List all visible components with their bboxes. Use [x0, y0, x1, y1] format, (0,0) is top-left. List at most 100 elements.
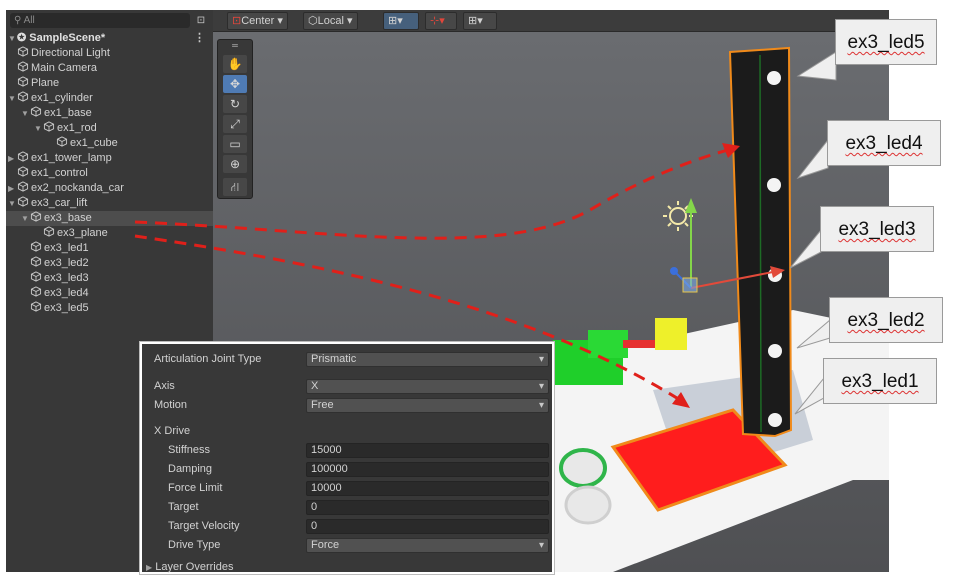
gameobject-cube-icon — [30, 106, 42, 117]
expand-arrow-icon[interactable]: ▼ — [8, 31, 17, 46]
callout-label: ex3_led1 — [841, 371, 919, 392]
callout-ex3-led4: ex3_led4 — [827, 120, 941, 166]
increment-snap-button[interactable]: ⊹▾ — [425, 12, 457, 30]
hierarchy-item[interactable]: ▶ ex2_nockanda_car — [6, 181, 213, 196]
gameobject-cube-icon — [17, 181, 29, 192]
hierarchy-item[interactable]: ▼ ex3_car_lift — [6, 196, 213, 211]
hand-tool-icon[interactable]: ✋ — [223, 55, 247, 73]
gameobject-cube-icon — [17, 196, 29, 207]
scale-tool-icon[interactable]: ⤢ — [223, 115, 247, 133]
layer-overrides-label: Layer Overrides — [155, 561, 234, 573]
palette-grip-icon[interactable]: ═ — [223, 42, 247, 50]
target-field[interactable]: 0 — [306, 500, 549, 515]
gameobject-cube-icon — [17, 166, 29, 177]
scene-toolbar: ⊡Center ▾ ⬡Local ▾ ⊞▾ ⊹▾ ⊞▾ — [213, 10, 889, 32]
chevron-right-icon: ▶ — [146, 563, 153, 572]
expand-arrow-icon[interactable]: ▼ — [21, 211, 30, 226]
scene-row[interactable]: ▼✪ SampleScene* ⋮ — [6, 31, 213, 46]
hierarchy-item[interactable]: ex3_led2 — [6, 256, 213, 271]
measure-button[interactable]: ⊞▾ — [463, 12, 497, 30]
target-velocity-field[interactable]: 0 — [306, 519, 549, 534]
space-mode-button[interactable]: ⬡Local ▾ — [303, 12, 358, 30]
hierarchy-item-label: ex3_led2 — [44, 257, 89, 269]
gameobject-cube-icon — [56, 136, 68, 147]
hierarchy-item-label: Plane — [31, 77, 60, 89]
force-limit-label: Force Limit — [168, 482, 223, 494]
callout-ex3-led3: ex3_led3 — [820, 206, 934, 252]
expand-arrow-icon[interactable]: ▼ — [8, 91, 17, 106]
hierarchy-item-label: ex1_tower_lamp — [31, 152, 112, 164]
pivot-mode-button[interactable]: ⊡Center ▾ — [227, 12, 288, 30]
hierarchy-item[interactable]: Plane — [6, 76, 213, 91]
hierarchy-item-label: ex1_rod — [57, 122, 97, 134]
hierarchy-item[interactable]: ex1_control — [6, 166, 213, 181]
custom-tool-icon[interactable]: ⛙ — [223, 178, 247, 196]
hierarchy-item[interactable]: ex3_led1 — [6, 241, 213, 256]
callout-ex3-led5: ex3_led5 — [835, 19, 937, 65]
move-tool-icon[interactable]: ✥ — [223, 75, 247, 93]
drive-type-label: Drive Type — [168, 539, 221, 551]
scene-menu-icon[interactable]: ⋮ — [194, 31, 205, 46]
joint-type-dropdown[interactable]: Prismatic — [306, 352, 549, 367]
layer-overrides-foldout[interactable]: ▶ Layer Overrides — [146, 561, 233, 573]
expand-arrow-icon[interactable]: ▼ — [8, 196, 17, 211]
joint-type-label: Articulation Joint Type — [154, 353, 262, 365]
transform-tool-icon[interactable]: ⊕ — [223, 155, 247, 173]
articulation-body-inspector: Articulation Joint Type Prismatic Axis X… — [140, 342, 554, 574]
scene-name: SampleScene* — [29, 32, 106, 44]
motion-dropdown[interactable]: Free — [306, 398, 549, 413]
hierarchy-lock-icon[interactable]: ⊡ — [194, 13, 208, 28]
callout-label: ex3_led2 — [847, 310, 925, 331]
gameobject-cube-icon — [43, 121, 55, 132]
hierarchy-item[interactable]: Directional Light — [6, 46, 213, 61]
rect-tool-icon[interactable]: ▭ — [223, 135, 247, 153]
axis-dropdown[interactable]: X — [306, 379, 549, 394]
hierarchy-search-input[interactable]: ⚲ All — [10, 13, 190, 28]
tool-palette: ═ ✋ ✥ ↻ ⤢ ▭ ⊕ ⛙ — [217, 39, 253, 199]
hierarchy-item[interactable]: ex3_led3 — [6, 271, 213, 286]
hierarchy-item[interactable]: ▼ ex1_rod — [6, 121, 213, 136]
local-space-icon: ⬡ — [308, 15, 318, 27]
pivot-label: Center — [241, 15, 275, 27]
hierarchy-item-label: Directional Light — [31, 47, 110, 59]
rotate-tool-icon[interactable]: ↻ — [223, 95, 247, 113]
pivot-icon: ⊡ — [232, 15, 242, 27]
expand-arrow-icon[interactable]: ▶ — [8, 181, 17, 196]
force-limit-field[interactable]: 10000 — [306, 481, 549, 496]
hierarchy-item[interactable]: Main Camera — [6, 61, 213, 76]
hierarchy-item-label: ex2_nockanda_car — [31, 182, 124, 194]
gameobject-cube-icon — [17, 76, 29, 87]
hierarchy-item[interactable]: ▼ ex3_base — [6, 211, 213, 226]
drive-type-dropdown[interactable]: Force — [306, 538, 549, 553]
gameobject-cube-icon — [17, 46, 29, 57]
hierarchy-item-label: ex3_car_lift — [31, 197, 88, 209]
hierarchy-item[interactable]: ex3_led5 — [6, 301, 213, 316]
hierarchy-item[interactable]: ex3_led4 — [6, 286, 213, 301]
hierarchy-item[interactable]: ▼ ex1_base — [6, 106, 213, 121]
hierarchy-item-label: ex1_base — [44, 107, 92, 119]
grid-snap-button[interactable]: ⊞▾ — [383, 12, 419, 30]
hierarchy-item-label: ex1_control — [31, 167, 88, 179]
target-label: Target — [168, 501, 199, 513]
gameobject-cube-icon — [30, 241, 42, 252]
gameobject-cube-icon — [17, 151, 29, 162]
hierarchy-item[interactable]: ▼ ex1_cylinder — [6, 91, 213, 106]
stiffness-label: Stiffness — [168, 444, 210, 456]
target-velocity-label: Target Velocity — [168, 520, 240, 532]
hierarchy-item[interactable]: ▶ ex1_tower_lamp — [6, 151, 213, 166]
hierarchy-item-label: ex1_cylinder — [31, 92, 93, 104]
gameobject-cube-icon — [30, 301, 42, 312]
damping-label: Damping — [168, 463, 213, 475]
expand-arrow-icon[interactable]: ▶ — [8, 151, 17, 166]
expand-arrow-icon[interactable]: ▼ — [21, 106, 30, 121]
gameobject-cube-icon — [17, 91, 29, 102]
hierarchy-item[interactable]: ex1_cube — [6, 136, 213, 151]
expand-arrow-icon[interactable]: ▼ — [34, 121, 43, 136]
yellow-cube — [655, 318, 687, 350]
gameobject-cube-icon — [30, 286, 42, 297]
callout-label: ex3_led4 — [845, 133, 923, 154]
damping-field[interactable]: 100000 — [306, 462, 549, 477]
hierarchy-item[interactable]: ex3_plane — [6, 226, 213, 241]
chevron-down-icon: ▾ — [346, 15, 353, 27]
stiffness-field[interactable]: 15000 — [306, 443, 549, 458]
